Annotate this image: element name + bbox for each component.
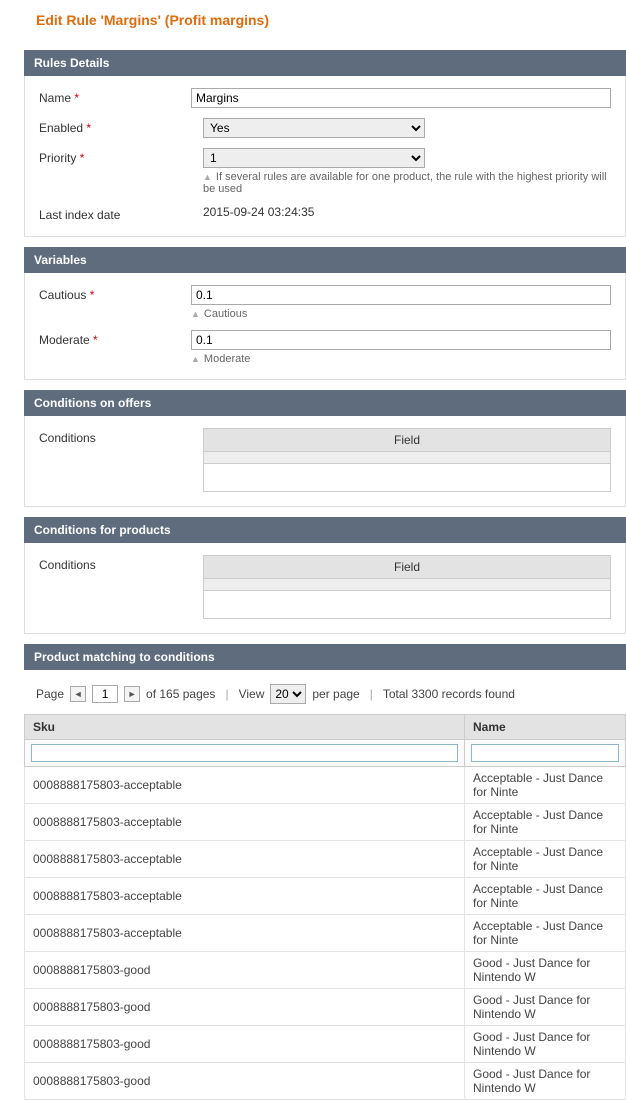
section-header-rules-details: Rules Details [24,50,626,76]
table-row[interactable]: 0008888175803-goodGood - Just Dance for … [25,989,626,1026]
cell-sku: 0008888175803-good [25,1026,465,1063]
cell-name: Acceptable - Just Dance for Ninte [465,767,626,804]
moderate-input[interactable] [191,330,611,350]
filter-name-input[interactable] [471,744,619,762]
cond-offers-pad [203,464,611,492]
cell-sku: 0008888175803-good [25,989,465,1026]
section-body-rules-details: Name * Enabled * Yes Priority * 1 ▲If se… [24,76,626,237]
cell-name: Good - Just Dance for Nintendo W [465,1063,626,1100]
table-row[interactable]: 0008888175803-acceptableAcceptable - Jus… [25,878,626,915]
cell-sku: 0008888175803-acceptable [25,841,465,878]
section-body-variables: Cautious * ▲Cautious Moderate * ▲Moderat… [24,273,626,380]
pager: Page ◄ ► of 165 pages | View 20 per page… [36,684,626,704]
cautious-sub: ▲Cautious [191,308,611,320]
cell-sku: 0008888175803-acceptable [25,915,465,952]
cell-sku: 0008888175803-acceptable [25,804,465,841]
filter-sku-input[interactable] [31,744,458,762]
cell-sku: 0008888175803-good [25,1063,465,1100]
cond-products-field-header: Field [203,555,611,579]
of-pages-label: of 165 pages [146,687,215,701]
cell-name: Acceptable - Just Dance for Ninte [465,915,626,952]
view-label: View [239,687,265,701]
cell-sku: 0008888175803-acceptable [25,878,465,915]
cell-name: Acceptable - Just Dance for Ninte [465,841,626,878]
cell-sku: 0008888175803-good [25,952,465,989]
cell-name: Good - Just Dance for Nintendo W [465,989,626,1026]
moderate-sub: ▲Moderate [191,353,611,365]
name-input[interactable] [191,88,611,108]
moderate-label: Moderate * [39,330,191,347]
table-row[interactable]: 0008888175803-goodGood - Just Dance for … [25,952,626,989]
cell-name: Good - Just Dance for Nintendo W [465,952,626,989]
name-label: Name * [39,88,191,105]
section-body-cond-offers: Conditions Field [24,416,626,507]
cond-offers-label: Conditions [39,428,203,445]
page-title: Edit Rule 'Margins' (Profit margins) [0,0,626,40]
priority-label: Priority * [39,148,203,165]
page-next-button[interactable]: ► [124,686,140,702]
cond-products-row [203,579,611,591]
page-label: Page [36,687,64,701]
cond-products-label: Conditions [39,555,203,572]
cell-sku: 0008888175803-acceptable [25,767,465,804]
page-number-input[interactable] [92,685,118,703]
cautious-label: Cautious * [39,285,191,302]
cell-name: Acceptable - Just Dance for Ninte [465,878,626,915]
table-row[interactable]: 0008888175803-acceptableAcceptable - Jus… [25,915,626,952]
table-row[interactable]: 0008888175803-acceptableAcceptable - Jus… [25,841,626,878]
cautious-input[interactable] [191,285,611,305]
priority-select[interactable]: 1 [203,148,425,168]
table-row[interactable]: 0008888175803-acceptableAcceptable - Jus… [25,804,626,841]
cell-name: Good - Just Dance for Nintendo W [465,1026,626,1063]
cell-name: Acceptable - Just Dance for Ninte [465,804,626,841]
table-row[interactable]: 0008888175803-acceptableAcceptable - Jus… [25,767,626,804]
cond-products-pad [203,591,611,619]
col-header-sku[interactable]: Sku [25,715,465,740]
cond-offers-field-header: Field [203,428,611,452]
lastindex-label: Last index date [39,205,203,222]
section-header-variables: Variables [24,247,626,273]
cond-offers-row [203,452,611,464]
priority-hint: ▲If several rules are available for one … [203,171,611,195]
section-header-cond-offers: Conditions on offers [24,390,626,416]
section-header-cond-products: Conditions for products [24,517,626,543]
section-body-cond-products: Conditions Field [24,543,626,634]
per-page-label: per page [312,687,359,701]
enabled-label: Enabled * [39,118,203,135]
col-header-name[interactable]: Name [465,715,626,740]
per-page-select[interactable]: 20 [270,684,306,704]
products-table: Sku Name 0008888175803-acceptableAccepta… [24,714,626,1100]
table-row[interactable]: 0008888175803-goodGood - Just Dance for … [25,1026,626,1063]
table-row[interactable]: 0008888175803-goodGood - Just Dance for … [25,1063,626,1100]
section-header-matching: Product matching to conditions [24,644,626,670]
total-records-label: Total 3300 records found [383,687,515,701]
lastindex-value: 2015-09-24 03:24:35 [203,205,611,219]
enabled-select[interactable]: Yes [203,118,425,138]
page-prev-button[interactable]: ◄ [70,686,86,702]
